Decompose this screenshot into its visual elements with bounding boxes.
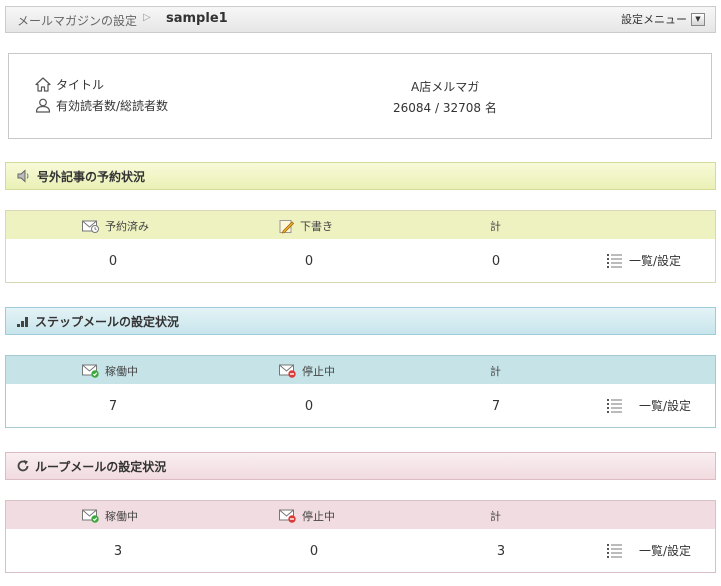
step-list-settings-label: 一覧/設定 [639,399,692,413]
list-icon [607,253,623,268]
extra-list-settings-label: 一覧/設定 [629,254,682,268]
pencil-memo-icon [279,219,294,234]
total-count: 0 [491,254,501,269]
title-row: タイトル [35,76,104,93]
total-label: 計 [490,220,501,233]
speaker-icon [16,169,32,183]
readers-value: 26084 / 32708 名 [393,101,497,115]
step-active-label: 稼働中 [105,365,138,378]
extra-articles-panel: 予約済み 下書き 計 0 0 0 一覧/設定 [5,210,716,283]
reserved-label: 予約済み [105,220,149,233]
title-value: A店メルマガ [411,80,480,94]
step-total-count: 7 [491,399,501,414]
draft-column: 下書き [279,218,333,234]
breadcrumb-current: sample1 [166,11,228,26]
loop-stopped-column: 停止中 [279,508,335,524]
reserved-count: 0 [108,254,118,269]
home-icon [35,77,51,92]
reserved-column: 予約済み [82,218,149,234]
dropdown-arrow-icon[interactable]: ▼ [691,12,705,26]
user-icon [35,98,51,113]
breadcrumb-bar: メールマガジンの設定 ▷ sample1 設定メニュー ▼ [5,6,716,33]
settings-menu-label: 設定メニュー [621,13,687,26]
step-mail-title: ステップメールの設定状況 [35,314,180,329]
step-mail-header: ステップメールの設定状況 [5,307,716,335]
step-total-column: 計 [490,363,501,379]
step-mail-panel: 稼働中 停止中 計 7 0 7 一覧/設定 [5,355,716,428]
loop-stopped-count: 0 [309,544,319,559]
readers-label: 有効読者数/総読者数 [56,99,169,113]
loop-list-settings-label: 一覧/設定 [639,544,692,558]
loop-active-label: 稼働中 [105,510,138,523]
loop-total-label: 計 [490,510,501,523]
refresh-icon [16,459,30,473]
loop-mail-panel: 稼働中 停止中 計 3 0 3 一覧/設定 [5,500,716,573]
draft-count: 0 [304,254,314,269]
loop-stopped-label: 停止中 [302,510,335,523]
step-stopped-column: 停止中 [279,363,335,379]
breadcrumb-parent[interactable]: メールマガジンの設定 [17,12,137,29]
magazine-info-box: タイトル A店メルマガ 有効読者数/総読者数 26084 / 32708 名 [8,53,712,139]
extra-articles-title: 号外記事の予約状況 [37,169,146,184]
mail-active-icon [82,509,99,523]
mail-stopped-icon [279,364,296,378]
extra-list-settings-link[interactable]: 一覧/設定 [607,252,681,269]
loop-mail-header: ループメールの設定状況 [5,452,716,480]
loop-mail-title: ループメールの設定状況 [35,459,167,474]
step-list-settings-link[interactable]: 一覧/設定 [607,397,691,414]
step-stopped-label: 停止中 [302,365,335,378]
step-total-label: 計 [490,365,501,378]
mail-stopped-icon [279,509,296,523]
loop-list-settings-link[interactable]: 一覧/設定 [607,542,691,559]
readers-row: 有効読者数/総読者数 [35,97,168,114]
step-active-column: 稼働中 [82,363,138,379]
title-label: タイトル [56,78,105,92]
total-column: 計 [490,218,501,234]
list-icon [607,398,623,413]
step-stopped-count: 0 [304,399,314,414]
bar-chart-icon [16,315,30,328]
loop-total-count: 3 [496,544,506,559]
breadcrumb-separator-icon: ▷ [143,12,151,23]
list-icon [607,543,623,558]
extra-articles-header: 号外記事の予約状況 [5,162,716,190]
mail-clock-icon [82,220,99,233]
step-active-count: 7 [108,399,118,414]
loop-total-column: 計 [490,508,501,524]
mail-active-icon [82,364,99,378]
settings-menu-button[interactable]: 設定メニュー ▼ [621,11,705,27]
loop-active-count: 3 [113,544,123,559]
loop-active-column: 稼働中 [82,508,138,524]
draft-label: 下書き [300,220,333,233]
